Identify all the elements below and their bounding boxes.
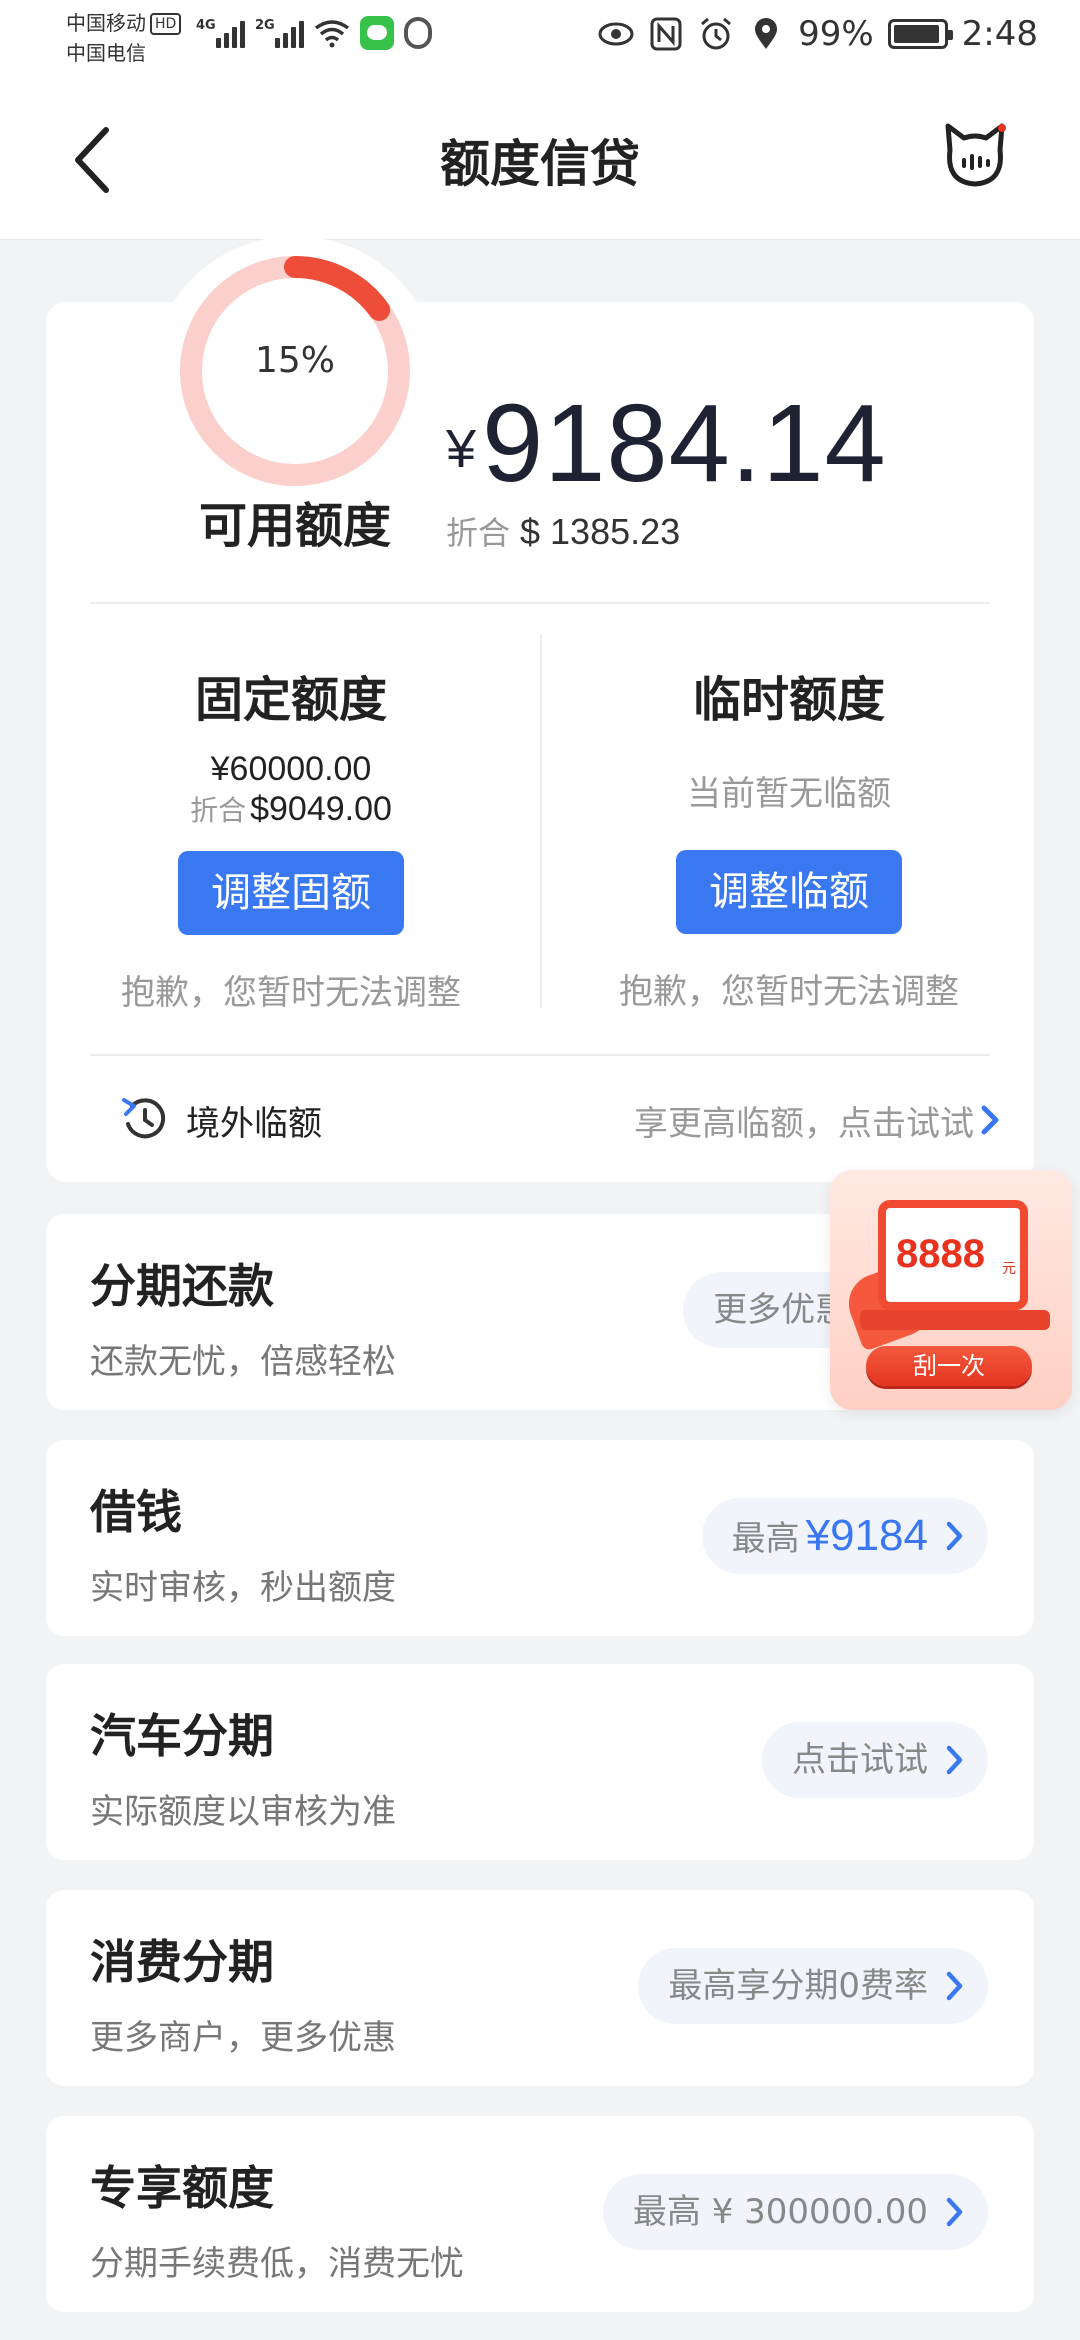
- fixed-credit-usd: 折合 $9049.00: [66, 789, 516, 829]
- pill-text: 最高 ¥ 300000.00: [632, 2192, 928, 2232]
- location-icon: [755, 18, 778, 49]
- app-header: 额度信贷: [0, 80, 1080, 240]
- signal-2-label: 2G: [255, 18, 275, 33]
- battery-icon: [887, 19, 953, 49]
- fixed-credit-title: 固定额度: [194, 672, 387, 728]
- eye-icon: [598, 22, 634, 46]
- pill-text: 点击试试: [792, 1740, 928, 1780]
- temporary-credit-title: 临时额度: [692, 672, 885, 728]
- carrier-info: 中国移动 HD 中国电信: [66, 8, 182, 68]
- available-credit-label: 可用额度: [198, 498, 391, 554]
- overseas-temp-credit-row[interactable]: 境外临额 享更高临额，点击试试: [46, 1090, 1034, 1182]
- temporary-credit-note: 抱歉，您暂时无法调整: [619, 972, 959, 1012]
- promo-base: [860, 1310, 1050, 1330]
- divider: [90, 1054, 990, 1056]
- product-action-pill[interactable]: 最高享分期0费率: [638, 1948, 988, 2024]
- chevron-right-icon: [946, 1521, 963, 1551]
- currency-symbol: ¥: [446, 419, 477, 479]
- product-title: 汽车分期: [90, 1709, 274, 1763]
- chevron-right-icon: [981, 1105, 999, 1135]
- wechat-icon: [360, 16, 394, 50]
- product-subtitle: 实时审核，秒出额度: [90, 1568, 396, 1608]
- product-title: 分期还款: [90, 1259, 274, 1313]
- product-card-borrow[interactable]: 借钱 实时审核，秒出额度 最高 ¥9184: [46, 1440, 1034, 1636]
- product-card-car-installment[interactable]: 汽车分期 实际额度以审核为准 点击试试: [46, 1664, 1034, 1860]
- usage-percent: 15%: [254, 340, 335, 381]
- promo-unit: 元: [1002, 1261, 1016, 1277]
- column-divider: [540, 634, 542, 1008]
- product-card-exclusive-credit[interactable]: 专享额度 分期手续费低，消费无忧 最高 ¥ 300000.00: [46, 2116, 1034, 2312]
- adjust-fixed-credit-button[interactable]: 调整固额: [178, 851, 404, 935]
- nfc-icon: [650, 17, 682, 51]
- product-action-pill[interactable]: 最高 ¥ 300000.00: [602, 2174, 988, 2250]
- pill-text: 最高: [731, 1519, 800, 1559]
- adjust-temporary-credit-button[interactable]: 调整临额: [676, 850, 902, 934]
- status-bar: 中国移动 HD 中国电信 4G 2G 99% 2:48: [0, 0, 1080, 80]
- fixed-credit-amount: ¥60000.00: [210, 750, 372, 788]
- carrier-2-label: 中国电信: [66, 41, 146, 65]
- overseas-credit-hint: 享更高临额，点击试试: [634, 1104, 974, 1144]
- signal-1-icon: 4G: [196, 18, 245, 48]
- shield-icon: [404, 17, 432, 49]
- chevron-right-icon: [946, 2197, 963, 2227]
- scratch-button[interactable]: 刮一次: [866, 1346, 1032, 1386]
- battery-percent: 99%: [798, 14, 874, 54]
- usd-equiv-label: 折合: [446, 514, 511, 552]
- temporary-credit-section: 临时额度 当前暂无临额 调整临额 抱歉，您暂时无法调整: [564, 660, 1014, 1013]
- clock: 2:48: [961, 14, 1038, 54]
- product-subtitle: 实际额度以审核为准: [90, 1792, 396, 1832]
- fixed-usd-label: 折合: [190, 794, 247, 827]
- product-subtitle: 还款无忧，倍感轻松: [90, 1342, 396, 1382]
- product-card-consumer-installment[interactable]: 消费分期 更多商户，更多优惠 最高享分期0费率: [46, 1890, 1034, 2086]
- product-action-pill[interactable]: 点击试试: [762, 1722, 988, 1798]
- available-amount: ¥9184.14: [446, 380, 887, 507]
- overseas-credit-label: 境外临额: [186, 1104, 322, 1144]
- product-subtitle: 分期手续费低，消费无忧: [90, 2244, 464, 2284]
- pill-text: 最高享分期0费率: [668, 1966, 928, 2006]
- mascot-icon[interactable]: [940, 120, 1010, 190]
- carrier-1-label: 中国移动: [66, 11, 146, 35]
- fixed-usd-amount: $9049.00: [250, 790, 392, 828]
- chevron-right-icon: [946, 1745, 963, 1775]
- fixed-credit-note: 抱歉，您暂时无法调整: [121, 973, 461, 1013]
- product-title: 消费分期: [90, 1935, 274, 1989]
- pill-highlight-amount: ¥9184: [805, 1511, 928, 1560]
- page-title: 额度信贷: [440, 135, 640, 193]
- available-usd: 折合 $ 1385.23: [446, 508, 680, 554]
- alarm-icon: [701, 17, 732, 50]
- scratch-card-promo[interactable]: 8888 元 刮一次: [830, 1170, 1072, 1410]
- chevron-right-icon: [946, 1971, 963, 2001]
- signal-2-icon: 2G: [255, 18, 304, 48]
- product-title: 借钱: [90, 1485, 182, 1539]
- temporary-credit-status: 当前暂无临额: [687, 774, 891, 814]
- fixed-credit-section: 固定额度 ¥60000.00 折合 $9049.00 调整固额 抱歉，您暂时无法调…: [66, 660, 516, 1014]
- product-title: 专享额度: [90, 2161, 274, 2215]
- product-subtitle: 更多商户，更多优惠: [90, 2018, 396, 2058]
- signal-1-label: 4G: [196, 18, 216, 33]
- usd-equiv-amount: $ 1385.23: [520, 511, 681, 552]
- promo-amount: 8888: [896, 1232, 985, 1276]
- hd-badge: HD: [150, 13, 182, 35]
- divider: [90, 602, 990, 604]
- wifi-icon: [314, 20, 350, 48]
- available-amount-value: 9184.14: [482, 382, 887, 505]
- clock-arrow-icon: [122, 1098, 166, 1139]
- product-action-pill[interactable]: 最高 ¥9184: [701, 1498, 988, 1574]
